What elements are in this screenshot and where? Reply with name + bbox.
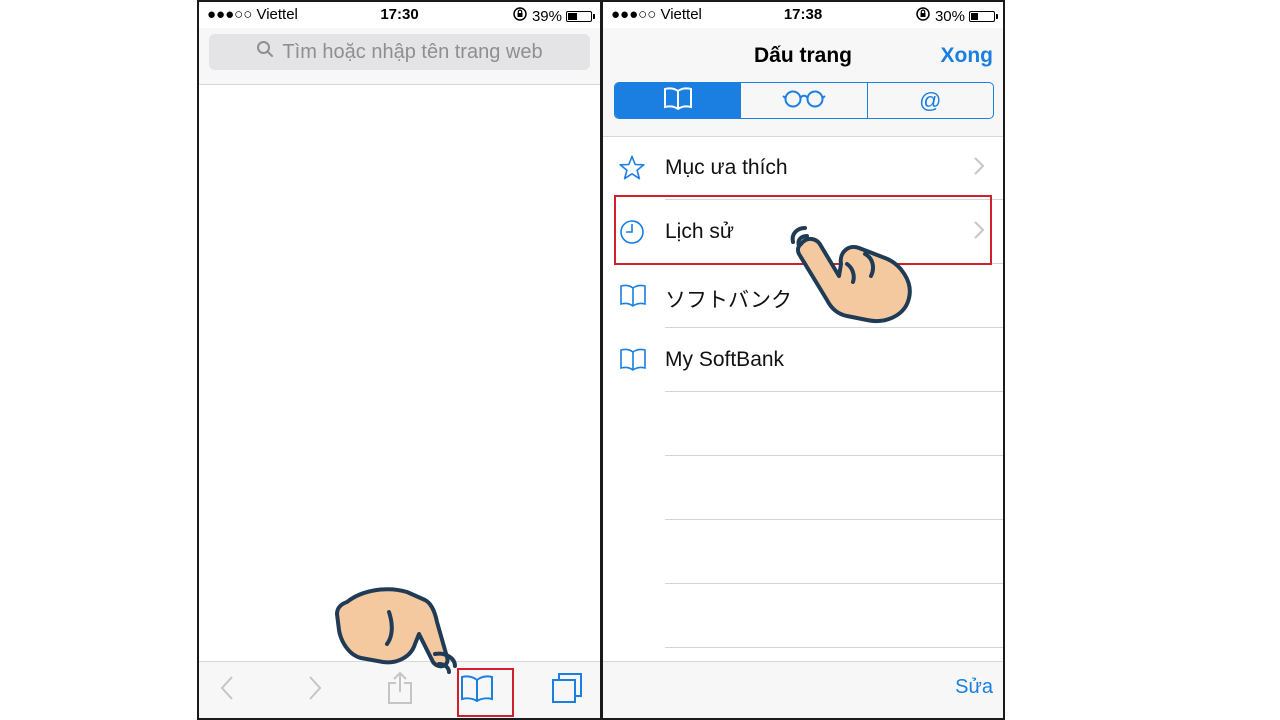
battery-percent: 39% xyxy=(531,7,562,25)
row-divider xyxy=(665,647,1003,648)
battery-icon xyxy=(969,10,998,22)
book-icon xyxy=(619,347,646,373)
list-item-bookmark[interactable]: My SoftBank xyxy=(603,328,1003,392)
address-bar-area: Tìm hoặc nhập tên trang web xyxy=(199,28,600,85)
empty-row xyxy=(603,456,1003,520)
tabs-icon xyxy=(551,672,583,709)
star-icon xyxy=(619,155,645,181)
battery-icon xyxy=(566,10,595,22)
search-placeholder: Tìm hoặc nhập tên trang web xyxy=(282,40,543,63)
search-icon xyxy=(256,40,274,64)
book-icon xyxy=(619,283,646,309)
status-right: 30% xyxy=(915,6,998,26)
address-search-field[interactable]: Tìm hoặc nhập tên trang web xyxy=(209,34,590,70)
bookmarks-bottom-bar: Sửa xyxy=(603,661,1003,718)
status-bar: ●●●○○ Viettel 17:38 30% xyxy=(603,2,1003,28)
pointing-hand-icon xyxy=(335,587,457,674)
pointing-hand-icon xyxy=(790,226,912,323)
segment-bookmarks[interactable] xyxy=(615,83,741,118)
back-icon xyxy=(219,675,235,706)
segment-reading-list[interactable] xyxy=(740,83,866,118)
list-item-label: Mục ưa thích xyxy=(665,156,788,179)
list-item-favorites[interactable]: Mục ưa thích xyxy=(603,136,1003,200)
rotation-lock-icon xyxy=(512,6,528,26)
done-button[interactable]: Xong xyxy=(941,44,994,68)
status-right: 39% xyxy=(512,6,595,26)
safari-browser-screen: ●●●○○ Viettel 17:30 39% Tìm hoặc nhập tê… xyxy=(197,0,602,720)
empty-row xyxy=(603,392,1003,456)
empty-row xyxy=(603,520,1003,584)
status-bar: ●●●○○ Viettel 17:30 39% xyxy=(199,2,600,28)
forward-icon xyxy=(307,675,323,706)
empty-row xyxy=(603,584,1003,648)
book-icon xyxy=(663,86,693,116)
bookmarks-nav-bar: Dấu trang Xong @ xyxy=(603,28,1003,137)
segment-shared-links[interactable]: @ xyxy=(866,83,993,118)
back-button[interactable] xyxy=(207,670,247,710)
edit-button[interactable]: Sửa xyxy=(955,676,993,699)
tabs-button[interactable] xyxy=(547,670,587,710)
rotation-lock-icon xyxy=(915,6,931,26)
list-item-label: ソフトバンク xyxy=(665,289,793,312)
at-icon: @ xyxy=(919,87,942,113)
list-item-label: My SoftBank xyxy=(665,348,785,371)
glasses-icon xyxy=(782,88,826,114)
battery-percent: 30% xyxy=(934,7,965,25)
bookmarks-screen: ●●●○○ Viettel 17:38 30% Dấu trang Xong @ xyxy=(601,0,1005,720)
chevron-right-icon xyxy=(973,156,985,176)
bookmarks-segmented-control: @ xyxy=(614,82,994,119)
